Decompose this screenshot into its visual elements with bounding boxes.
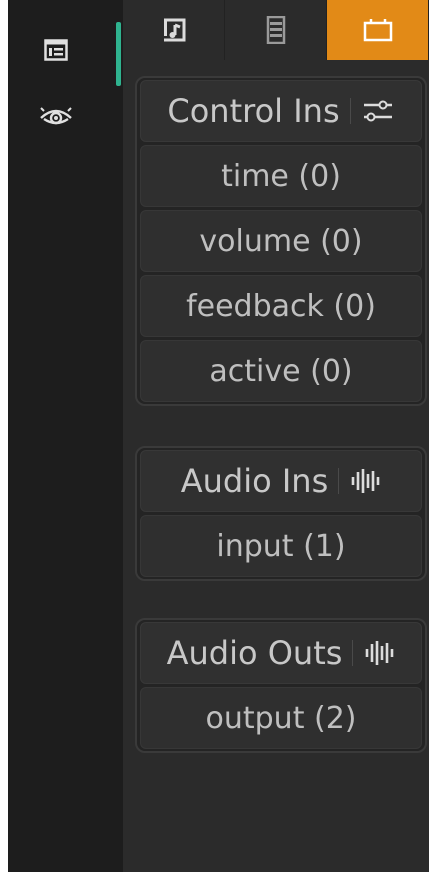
tab-list[interactable] (225, 0, 327, 60)
box-icon (363, 19, 392, 42)
section-title: Audio Outs (166, 634, 343, 672)
audio-ins-section: Audio Ins input (1) (135, 446, 427, 581)
eye-icon[interactable] (38, 98, 74, 134)
app-frame: Control Ins time (0) volume (0) feedback… (8, 0, 429, 872)
music-note-icon (163, 18, 185, 42)
header-divider (349, 98, 351, 124)
left-sidebar (8, 0, 123, 872)
audio-outs-section: Audio Outs output (2) (135, 618, 427, 753)
audio-in-input[interactable]: input (1) (140, 515, 422, 577)
audio-ins-header[interactable]: Audio Ins (140, 450, 422, 512)
control-in-active[interactable]: active (0) (140, 340, 422, 402)
panel-list-icon[interactable] (38, 32, 74, 68)
active-indicator (116, 22, 121, 86)
control-ins-section: Control Ins time (0) volume (0) feedback… (135, 76, 427, 406)
control-ins-header[interactable]: Control Ins (140, 80, 422, 142)
list-icon (266, 16, 285, 44)
tab-box[interactable] (327, 0, 429, 60)
tab-music[interactable] (123, 0, 225, 60)
tab-bar (123, 0, 429, 60)
section-title: Audio Ins (180, 462, 329, 500)
sliders-icon (361, 97, 395, 125)
waveform-icon (349, 467, 381, 495)
header-divider (338, 468, 340, 494)
audio-outs-header[interactable]: Audio Outs (140, 622, 422, 684)
io-panel: Control Ins time (0) volume (0) feedback… (123, 0, 429, 872)
waveform-icon (363, 639, 395, 667)
control-in-time[interactable]: time (0) (140, 145, 422, 207)
control-in-feedback[interactable]: feedback (0) (140, 275, 422, 337)
header-divider (352, 640, 354, 666)
section-title: Control Ins (167, 92, 340, 130)
audio-out-output[interactable]: output (2) (140, 687, 422, 749)
control-in-volume[interactable]: volume (0) (140, 210, 422, 272)
